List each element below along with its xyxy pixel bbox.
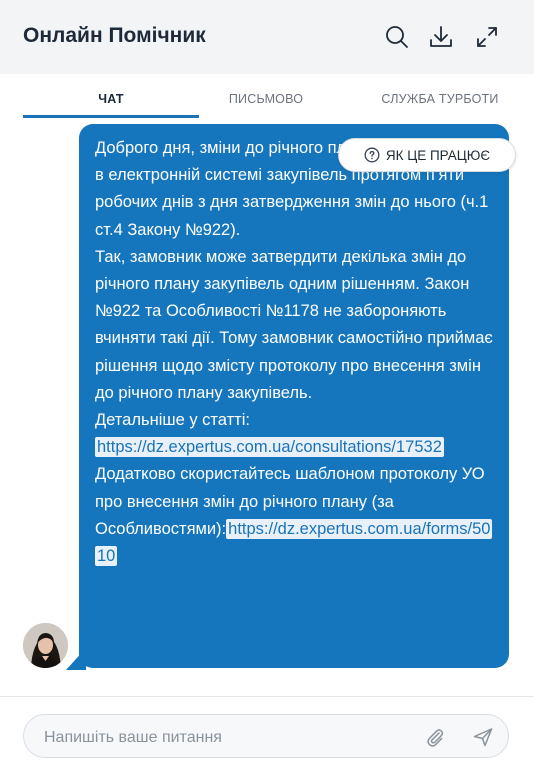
message-bubble: Доброго дня, зміни до річного плану опри… bbox=[79, 124, 509, 668]
article-link[interactable]: https://dz.expertus.com.ua/consultations… bbox=[95, 437, 444, 458]
tab-written[interactable]: ПИСЬМОВО bbox=[188, 92, 344, 106]
how-it-works-label: ЯК ЦЕ ПРАЦЮЄ bbox=[385, 147, 491, 163]
message-input-box bbox=[23, 714, 509, 758]
avatar bbox=[23, 623, 68, 668]
tab-bar: ЧАТ ПИСЬМОВО СЛУЖБА ТУРБОТИ bbox=[0, 74, 534, 119]
tab-chat[interactable]: ЧАТ bbox=[23, 92, 199, 106]
panel-edge bbox=[534, 0, 551, 764]
message-paragraph: Додатково скористайтесь шаблоном протоко… bbox=[95, 461, 497, 570]
search-icon[interactable] bbox=[384, 24, 410, 50]
download-icon[interactable] bbox=[428, 24, 454, 50]
app-title: Онлайн Помічник bbox=[23, 24, 206, 47]
attach-icon[interactable] bbox=[424, 726, 446, 748]
message-link-line: https://dz.expertus.com.ua/consultations… bbox=[95, 434, 497, 461]
input-bar bbox=[0, 696, 534, 765]
help-circle-icon bbox=[364, 147, 380, 163]
message-input[interactable] bbox=[42, 725, 416, 751]
tab-support[interactable]: СЛУЖБА ТУРБОТИ bbox=[352, 92, 528, 106]
expand-icon[interactable] bbox=[474, 24, 500, 50]
how-it-works-button[interactable]: ЯК ЦЕ ПРАЦЮЄ bbox=[338, 138, 516, 172]
message-paragraph: Так, замовник може затвердити декілька з… bbox=[95, 247, 493, 402]
chat-header: Онлайн Помічник bbox=[0, 0, 534, 74]
send-icon[interactable] bbox=[472, 726, 494, 748]
message-paragraph: Детальніше у статті: bbox=[95, 411, 250, 430]
